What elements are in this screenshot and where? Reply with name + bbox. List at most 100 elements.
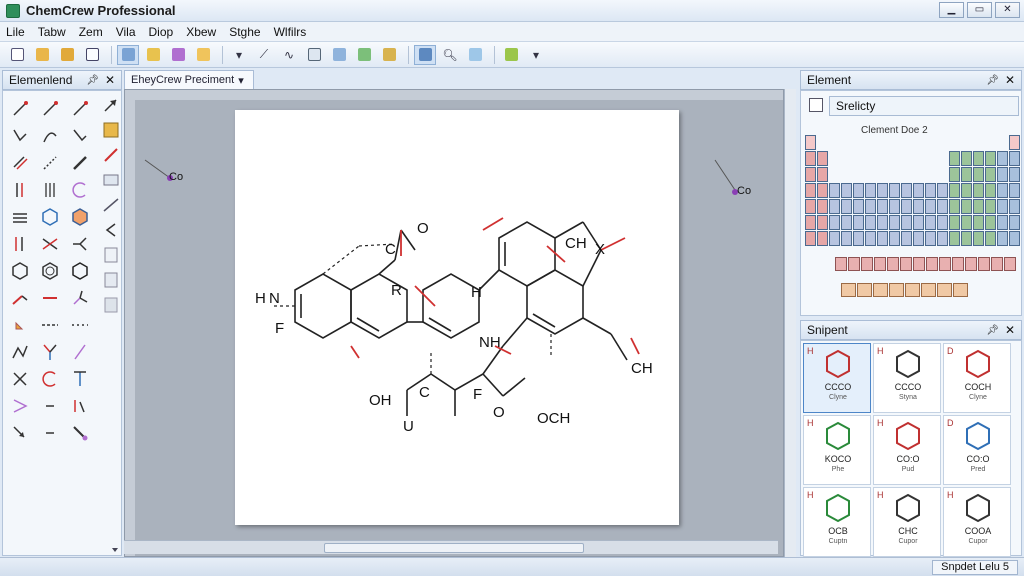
element-cell[interactable] bbox=[937, 199, 948, 214]
y-bond-icon[interactable] bbox=[37, 338, 63, 365]
close-icon[interactable]: ✕ bbox=[105, 73, 115, 87]
element-cell[interactable] bbox=[961, 183, 972, 198]
atom-f-left[interactable]: F bbox=[275, 320, 284, 337]
fork-bond-icon[interactable] bbox=[67, 284, 93, 311]
structure-icon[interactable] bbox=[81, 45, 103, 65]
element-cell[interactable] bbox=[925, 183, 936, 198]
element-cell[interactable] bbox=[973, 231, 984, 246]
snippet-item[interactable]: H CCCO Styna bbox=[873, 343, 941, 413]
element-cell[interactable] bbox=[865, 183, 876, 198]
element-cell[interactable] bbox=[877, 231, 888, 246]
element-cell[interactable] bbox=[1009, 183, 1020, 198]
atom-h-left[interactable]: H bbox=[255, 290, 266, 307]
element-cell[interactable] bbox=[865, 231, 876, 246]
line-tool-icon[interactable] bbox=[37, 284, 63, 311]
atom-o-top[interactable]: O bbox=[417, 220, 429, 237]
element-cell[interactable] bbox=[949, 231, 960, 246]
element-cell[interactable] bbox=[985, 167, 996, 182]
element-cell[interactable] bbox=[973, 167, 984, 182]
arc-tool-icon[interactable] bbox=[67, 176, 93, 203]
element-cell[interactable] bbox=[949, 183, 960, 198]
document-tab[interactable]: ЕhеуCrew Preciment ▾ bbox=[124, 70, 254, 89]
chevron-bond-icon[interactable] bbox=[7, 392, 33, 419]
element-cell[interactable] bbox=[961, 199, 972, 214]
element-cell[interactable] bbox=[997, 231, 1008, 246]
maximize-button[interactable]: ▭ bbox=[967, 2, 992, 18]
lanthanide-cell[interactable] bbox=[965, 257, 977, 271]
color-dropdown-icon[interactable]: ▾ bbox=[525, 45, 547, 65]
element-cell[interactable] bbox=[817, 183, 828, 198]
chain-tool-icon[interactable]: ∿ bbox=[278, 45, 300, 65]
element-cell[interactable] bbox=[901, 215, 912, 230]
element-cell[interactable] bbox=[841, 215, 852, 230]
element-cell[interactable] bbox=[985, 183, 996, 198]
element-cell[interactable] bbox=[913, 215, 924, 230]
element-cell[interactable] bbox=[829, 199, 840, 214]
element-cell[interactable] bbox=[961, 231, 972, 246]
atom-f-low[interactable]: F bbox=[473, 386, 482, 403]
menu-vila[interactable]: Vila bbox=[116, 25, 136, 39]
atom-u-low[interactable]: U bbox=[403, 418, 414, 435]
hook-bond-icon[interactable] bbox=[67, 122, 93, 149]
element-cell[interactable] bbox=[937, 231, 948, 246]
atom-h-mid[interactable]: H bbox=[471, 284, 482, 301]
element-cell[interactable] bbox=[865, 199, 876, 214]
element-cell[interactable] bbox=[901, 199, 912, 214]
element-cell[interactable] bbox=[997, 199, 1008, 214]
element-cell[interactable] bbox=[877, 199, 888, 214]
lanthanide-cell[interactable] bbox=[900, 257, 912, 271]
atom-c-low[interactable]: C bbox=[419, 384, 430, 401]
menu-file[interactable]: Lile bbox=[6, 25, 25, 39]
element-cell[interactable] bbox=[973, 183, 984, 198]
snippet-item[interactable]: H OCB Cuptn bbox=[803, 487, 871, 557]
menu-stghe[interactable]: Stghe bbox=[229, 25, 260, 39]
element-filter-icon[interactable] bbox=[809, 98, 823, 112]
snippet-item[interactable]: H CCCO Clyne bbox=[803, 343, 871, 413]
element-cell[interactable] bbox=[949, 151, 960, 166]
element-cell[interactable] bbox=[817, 167, 828, 182]
snippet-item[interactable]: H CO:O Pud bbox=[873, 415, 941, 485]
element-cell[interactable] bbox=[937, 215, 948, 230]
pin-icon[interactable]: 📌︎ bbox=[986, 75, 999, 86]
tab-chevron-down-icon[interactable]: ▾ bbox=[238, 74, 244, 87]
benzene-ring-icon[interactable] bbox=[37, 203, 63, 230]
bond-tool-icon[interactable]: ⟋ bbox=[253, 45, 275, 65]
menu-zem[interactable]: Zem bbox=[79, 25, 103, 39]
arrow-tool-icon[interactable] bbox=[142, 45, 164, 65]
atom-ch-top[interactable]: CH bbox=[565, 235, 587, 252]
element-cell[interactable] bbox=[973, 199, 984, 214]
lanthanide-cell[interactable] bbox=[887, 257, 899, 271]
element-cell[interactable] bbox=[961, 151, 972, 166]
element-cell[interactable] bbox=[853, 215, 864, 230]
actinide-cell[interactable] bbox=[937, 283, 952, 297]
clean-icon[interactable] bbox=[464, 45, 486, 65]
element-cell[interactable] bbox=[829, 215, 840, 230]
lanthanide-cell[interactable] bbox=[874, 257, 886, 271]
single-bond-icon[interactable] bbox=[7, 95, 33, 122]
ring-tool-icon[interactable] bbox=[353, 45, 375, 65]
zigzag-bond-icon[interactable] bbox=[7, 338, 33, 365]
wedge-bond-icon[interactable] bbox=[37, 95, 63, 122]
element-cell[interactable] bbox=[805, 135, 816, 150]
menu-xbew[interactable]: Xbew bbox=[186, 25, 216, 39]
small-dash-icon[interactable] bbox=[37, 392, 63, 419]
element-cell[interactable] bbox=[937, 183, 948, 198]
element-cell[interactable] bbox=[973, 215, 984, 230]
element-cell[interactable] bbox=[973, 151, 984, 166]
actinide-cell[interactable] bbox=[857, 283, 872, 297]
atom-c-top[interactable]: C bbox=[385, 241, 396, 258]
dash-line-icon[interactable] bbox=[37, 311, 63, 338]
hexagon-ring-icon[interactable] bbox=[7, 257, 33, 284]
pin-icon[interactable]: 📌︎ bbox=[86, 75, 99, 86]
snippet-item[interactable]: H COOA Cupor bbox=[943, 487, 1011, 557]
grid-icon[interactable] bbox=[303, 45, 325, 65]
actinide-cell[interactable] bbox=[953, 283, 968, 297]
curved-bond-icon[interactable] bbox=[37, 122, 63, 149]
element-cell[interactable] bbox=[913, 199, 924, 214]
element-cell[interactable] bbox=[985, 231, 996, 246]
export-icon[interactable] bbox=[378, 45, 400, 65]
atom-oh[interactable]: OH bbox=[369, 392, 392, 409]
c-arc-icon[interactable] bbox=[37, 365, 63, 392]
snippet-item[interactable]: H CHC Cupor bbox=[873, 487, 941, 557]
element-cell[interactable] bbox=[865, 215, 876, 230]
